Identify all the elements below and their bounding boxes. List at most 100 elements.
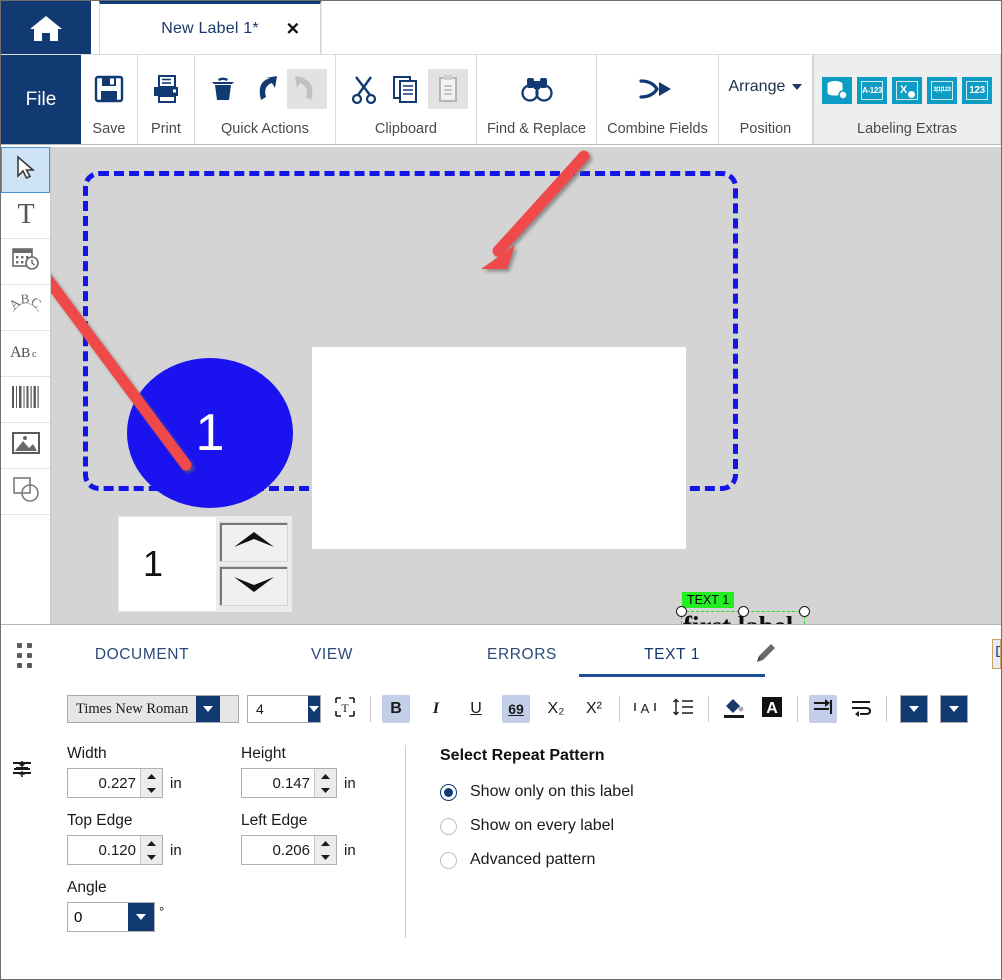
resize-handle-n[interactable] [738, 606, 749, 617]
home-button[interactable] [1, 1, 91, 54]
height-increment-button[interactable] [315, 769, 336, 783]
angle-combobox[interactable] [67, 902, 155, 932]
italic-button[interactable]: I [422, 695, 450, 723]
label-canvas[interactable]: 1 1 TEXT 1 [51, 147, 1001, 624]
geometry-fields-column: Width in [1, 745, 405, 938]
expression-icon[interactable]: 3|1|123 [927, 76, 957, 104]
width-decrement-button[interactable] [141, 783, 162, 797]
vertical-align-split-button[interactable] [14, 695, 968, 777]
autofit-text-button[interactable]: T [331, 695, 359, 723]
cut-scissors-icon[interactable] [344, 69, 384, 109]
image-tool[interactable] [1, 423, 50, 469]
font-family-dropdown-arrow[interactable] [196, 696, 221, 722]
database-icon[interactable] [822, 76, 852, 104]
angle-input[interactable] [68, 903, 128, 931]
wrap-text-button[interactable] [847, 695, 875, 723]
document-tab[interactable]: New Label 1* ✕ [99, 1, 321, 54]
chevron-down-icon [136, 914, 146, 920]
width-increment-button[interactable] [141, 769, 162, 783]
left-edge-spinner[interactable] [241, 835, 337, 865]
select-tool[interactable] [1, 147, 50, 193]
shapes-icon [11, 475, 41, 508]
copy-icon[interactable] [386, 69, 426, 109]
top-edge-decrement-button[interactable] [141, 850, 162, 864]
excel-import-icon[interactable]: X [892, 76, 922, 104]
drag-dots-handle[interactable] [1, 643, 47, 668]
curved-text-tool[interactable]: ABC [1, 285, 50, 331]
serial-a123-icon[interactable]: A-123 [857, 76, 887, 104]
text-tool[interactable]: T [1, 193, 50, 239]
toolbar-separator [886, 696, 887, 722]
shape-tool[interactable] [1, 469, 50, 515]
printer-icon[interactable] [146, 69, 186, 109]
datetime-tool[interactable] [1, 239, 50, 285]
strikethrough-69-button[interactable]: 69 [502, 695, 530, 723]
title-tab-bar: New Label 1* ✕ [1, 1, 1001, 55]
font-color-button[interactable]: A [758, 695, 786, 723]
font-family-combobox[interactable]: Times New Roman [67, 695, 239, 723]
close-icon[interactable]: ✕ [286, 21, 300, 38]
line-spacing-button[interactable] [669, 695, 697, 723]
pencil-icon[interactable] [753, 640, 779, 671]
tab-text-1[interactable]: TEXT 1 [579, 636, 765, 677]
editor-main-area: T B A B c 1 1 TEXT 1 [1, 147, 1001, 624]
undo-icon[interactable] [245, 69, 285, 109]
top-edge-increment-button[interactable] [141, 836, 162, 850]
height-decrement-button[interactable] [315, 783, 336, 797]
spinner-up-button[interactable] [219, 522, 288, 562]
height-input[interactable] [242, 769, 314, 797]
width-spinner[interactable] [67, 768, 163, 798]
subscript-button[interactable]: X₂ [542, 695, 570, 723]
arrange-dropdown-button[interactable]: Arrange [719, 55, 812, 118]
height-spinner[interactable] [241, 768, 337, 798]
delete-trash-icon[interactable] [203, 69, 243, 109]
left-edge-increment-button[interactable] [315, 836, 336, 850]
character-spacing-button[interactable]: A [631, 695, 659, 723]
ribbon-group-find-replace: Find & Replace [477, 55, 598, 144]
left-edge-decrement-button[interactable] [315, 850, 336, 864]
tab-data-partial[interactable]: D [992, 639, 1001, 669]
radio-show-only-this-label[interactable]: Show only on this label [440, 783, 1001, 801]
underline-button[interactable]: U [462, 695, 490, 723]
binoculars-icon[interactable] [517, 69, 557, 109]
home-icon [29, 13, 63, 43]
superscript-button[interactable]: X² [580, 695, 608, 723]
save-floppy-icon[interactable] [89, 69, 129, 109]
canvas-blue-circle-object[interactable]: 1 [127, 358, 293, 508]
indent-button[interactable] [809, 695, 837, 723]
fill-color-button[interactable] [720, 695, 748, 723]
left-edge-input[interactable] [242, 836, 314, 864]
tab-errors[interactable]: ERRORS [427, 636, 617, 676]
width-input[interactable] [68, 769, 140, 797]
resize-handle-nw[interactable] [676, 606, 687, 617]
vertical-align-dropdown-arrow[interactable] [941, 696, 967, 722]
canvas-copy-spinner[interactable]: 1 [119, 517, 291, 611]
abc-tool[interactable]: A B c [1, 331, 50, 377]
fill-bucket-icon [722, 695, 746, 724]
counter-123-icon[interactable]: 123 [962, 76, 992, 104]
text-align-dropdown-arrow[interactable] [901, 696, 927, 722]
barcode-tool[interactable] [1, 377, 50, 423]
radio-advanced-pattern[interactable]: Advanced pattern [440, 851, 1001, 869]
resize-handle-ne[interactable] [799, 606, 810, 617]
application-window: New Label 1* ✕ File Save Print Quick Act… [0, 0, 1002, 980]
top-edge-input[interactable] [68, 836, 140, 864]
height-field-group: Height in [241, 745, 381, 798]
font-size-dropdown-arrow[interactable] [308, 696, 320, 722]
top-edge-spinner[interactable] [67, 835, 163, 865]
label-page-white-area[interactable]: TEXT 1 first label [312, 347, 810, 624]
tab-document[interactable]: DOCUMENT [47, 636, 237, 676]
circle-number-text: 1 [195, 404, 225, 462]
spinner-down-button[interactable] [219, 566, 288, 606]
text-align-split-button[interactable] [13, 695, 928, 774]
ribbon-group-label-quick-actions: Quick Actions [221, 121, 309, 137]
font-size-combobox[interactable]: 4 [247, 695, 321, 723]
ribbon-group-position: Arrange Position [719, 55, 813, 144]
tab-view[interactable]: VIEW [237, 636, 427, 676]
file-menu-button[interactable]: File [1, 55, 81, 144]
angle-dropdown-arrow[interactable] [128, 903, 154, 931]
selected-text-object[interactable]: TEXT 1 first label [676, 592, 810, 624]
radio-show-every-label[interactable]: Show on every label [440, 817, 1001, 835]
bold-button[interactable]: B [382, 695, 410, 723]
merge-arrow-icon[interactable] [637, 69, 677, 109]
